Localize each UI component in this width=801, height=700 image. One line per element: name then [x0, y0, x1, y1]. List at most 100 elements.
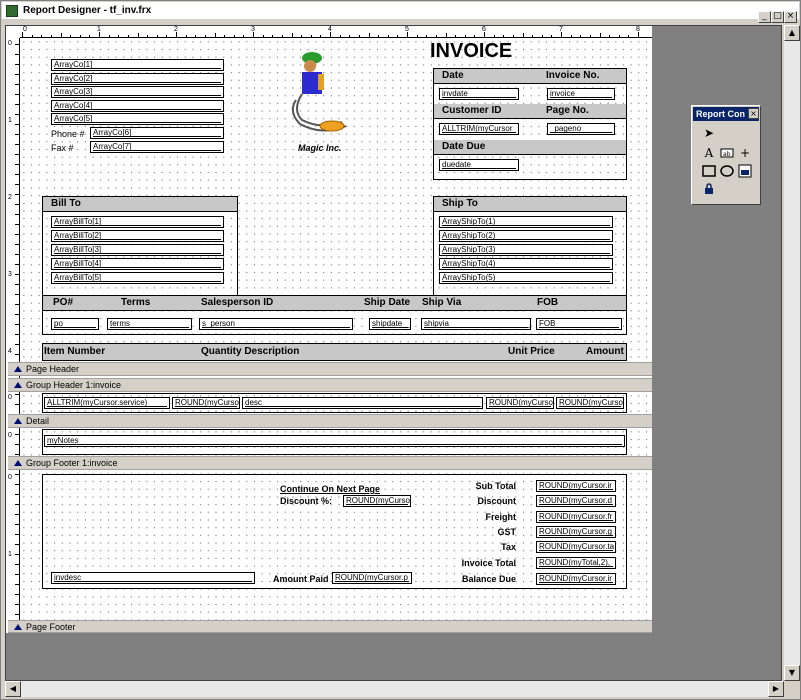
salesperson-field[interactable]: s_person_______________________ [199, 318, 353, 330]
tax-field[interactable]: ROUND(myCursor.ta [536, 541, 616, 553]
duedate-field[interactable]: duedate__________ [439, 159, 519, 171]
page-footer-band-label: Page Footer [26, 622, 76, 632]
bill-to-header: Bill To [43, 197, 237, 212]
bill-to-field-2[interactable]: ArrayBillTo[2]____________________ [51, 230, 224, 242]
company-field-3[interactable]: ArrayCo[3]_____________________ [51, 86, 224, 98]
ruler-tick [15, 84, 19, 85]
ruler-tick [532, 35, 534, 37]
shipvia-field[interactable]: shipvia____________________ [421, 318, 531, 330]
close-button[interactable]: × [784, 11, 797, 23]
ship-to-field-5[interactable]: ArrayShipTo(5)____________________ [439, 272, 613, 284]
ruler-tick [15, 604, 19, 605]
button-lock-icon[interactable] [701, 181, 717, 197]
description-field[interactable]: desc____________________________________… [242, 397, 483, 409]
rounded-rectangle-tool-icon[interactable] [719, 163, 735, 179]
page-number-field[interactable]: _pageno_______ [547, 123, 615, 135]
service-field[interactable]: ALLTRIM(myCursor.service)____ [44, 397, 170, 409]
ruler-tick [147, 35, 149, 37]
group-header-band-bar[interactable]: Group Header 1:invoice [8, 378, 652, 392]
ruler-tick [156, 35, 158, 37]
ruler-tick [50, 35, 52, 37]
bill-to-field-5[interactable]: ArrayBillTo[5]____________________ [51, 272, 224, 284]
shipdate-field[interactable]: shipdate_____ [369, 318, 411, 330]
fax-field[interactable]: ArrayCo[7]______________ [90, 141, 224, 153]
scroll-left-icon[interactable]: ◀ [5, 681, 21, 697]
freight-field[interactable]: ROUND(myCursor.fr [536, 511, 616, 523]
ruler-tick [15, 134, 19, 135]
ship-to-field-2[interactable]: ArrayShipTo(2)____________________ [439, 230, 613, 242]
discount-field[interactable]: ROUND(myCursor.d [536, 495, 616, 507]
fob-field[interactable]: FOB______________ [536, 318, 622, 330]
terms-label: Terms [121, 297, 151, 308]
invoice-number-field[interactable]: invoice_______ [547, 88, 615, 100]
amount-paid-field[interactable]: ROUND(myCursor.p [332, 572, 412, 584]
po-field[interactable]: po_______ [51, 318, 99, 330]
ruler-tick [15, 94, 19, 95]
gst-field[interactable]: ROUND(myCursor.g [536, 526, 616, 538]
line-tool-icon[interactable]: + [737, 145, 753, 161]
customer-id-label: Customer ID [442, 105, 502, 116]
scroll-right-icon[interactable]: ▶ [768, 681, 784, 697]
toolbox-close-button[interactable]: × [748, 108, 759, 119]
ruler-number: 4 [328, 26, 332, 33]
bill-to-field-1[interactable]: ArrayBillTo[1]____________________ [51, 216, 224, 228]
label-tool-icon[interactable]: A [701, 145, 717, 161]
invoice-total-field[interactable]: ROUND(myTotal,2), [536, 557, 616, 569]
pointer-tool-icon[interactable]: ➤ [701, 125, 717, 141]
scroll-up-icon[interactable]: ▲ [784, 25, 800, 41]
ruler-tick [15, 434, 19, 435]
vertical-scrollbar[interactable]: ▲ ▼ [784, 25, 800, 681]
ruler-tick [503, 35, 505, 37]
ship-to-field-3[interactable]: ArrayShipTo(3)____________________ [439, 244, 613, 256]
ruler-number: 8 [636, 26, 640, 33]
detail-band-bar[interactable]: Detail [8, 414, 652, 428]
genie-logo-icon[interactable] [282, 50, 362, 138]
title-bar[interactable]: Report Designer - tf_inv.frx [2, 2, 799, 20]
company-field-5[interactable]: ArrayCo[5]_____________________ [51, 113, 224, 125]
company-field-1[interactable]: ArrayCo[1]_____________________ [51, 59, 224, 71]
terms-field[interactable]: terms____________ [107, 318, 192, 330]
amount-field[interactable]: ROUND(myCurso [556, 397, 624, 409]
minimize-button[interactable]: _ [758, 11, 771, 23]
ruler-tick [378, 35, 380, 37]
page-header-band-bar[interactable]: Page Header [8, 362, 652, 376]
ship-to-field-4[interactable]: ArrayShipTo(4)____________________ [439, 258, 613, 270]
unit-price-label: Unit Price [508, 346, 555, 357]
group-footer-band-bar[interactable]: Group Footer 1:invoice [8, 456, 652, 470]
ruler-number: 0 [8, 40, 12, 47]
company-field-4[interactable]: ArrayCo[4]_____________________ [51, 100, 224, 112]
ruler-tick [15, 254, 19, 255]
ship-date-label: Ship Date [364, 297, 411, 308]
picture-tool-icon[interactable] [737, 163, 753, 179]
rectangle-tool-icon[interactable] [701, 163, 717, 179]
unit-price-field[interactable]: ROUND(myCurso [486, 397, 554, 409]
scroll-down-icon[interactable]: ▼ [784, 665, 800, 681]
maximize-button[interactable]: □ [771, 11, 784, 23]
ruler-tick [15, 474, 19, 475]
bill-to-field-4[interactable]: ArrayBillTo[4]____________________ [51, 258, 224, 270]
invdate-field[interactable]: invdate__________ [439, 88, 519, 100]
ruler-number: 0 [8, 474, 12, 481]
bill-to-field-3[interactable]: ArrayBillTo[3]____________________ [51, 244, 224, 256]
ship-to-field-1[interactable]: ArrayShipTo(1)____________________ [439, 216, 613, 228]
subtotal-field[interactable]: ROUND(myCursor.ir [536, 480, 616, 492]
invdesc-field[interactable]: invdesc______________________________ [51, 572, 255, 584]
ruler-tick [108, 35, 110, 37]
discount-pct-field[interactable]: ROUND(myCurso [343, 495, 411, 507]
designer-client-area: 0 1 2 3 4 5 6 7 8 0 1 2 3 4 0 0 0 1 ArrayCo[1]__________… [5, 25, 782, 681]
company-field-2[interactable]: ArrayCo[2]_____________________ [51, 73, 224, 85]
phone-field[interactable]: ArrayCo[6]______________ [90, 127, 224, 139]
ruler-tick [541, 35, 543, 37]
ruler-tick [15, 44, 19, 45]
ruler-tick [15, 294, 19, 295]
ruler-tick [387, 35, 389, 37]
customer-id-field[interactable]: ALLTRIM(myCursor [439, 123, 519, 135]
page-footer-band-bar[interactable]: Page Footer [8, 620, 652, 633]
invoice-title: INVOICE [430, 40, 513, 62]
notes-field[interactable]: myNotes_________________________________… [44, 435, 625, 447]
balance-due-field[interactable]: ROUND(myCursor.ir [536, 573, 616, 585]
ruler-tick [70, 35, 72, 37]
quantity-field[interactable]: ROUND(myCurso [172, 397, 240, 409]
horizontal-scrollbar[interactable]: ◀ ▶ [5, 681, 784, 697]
field-tool-icon[interactable]: ab [719, 145, 735, 161]
